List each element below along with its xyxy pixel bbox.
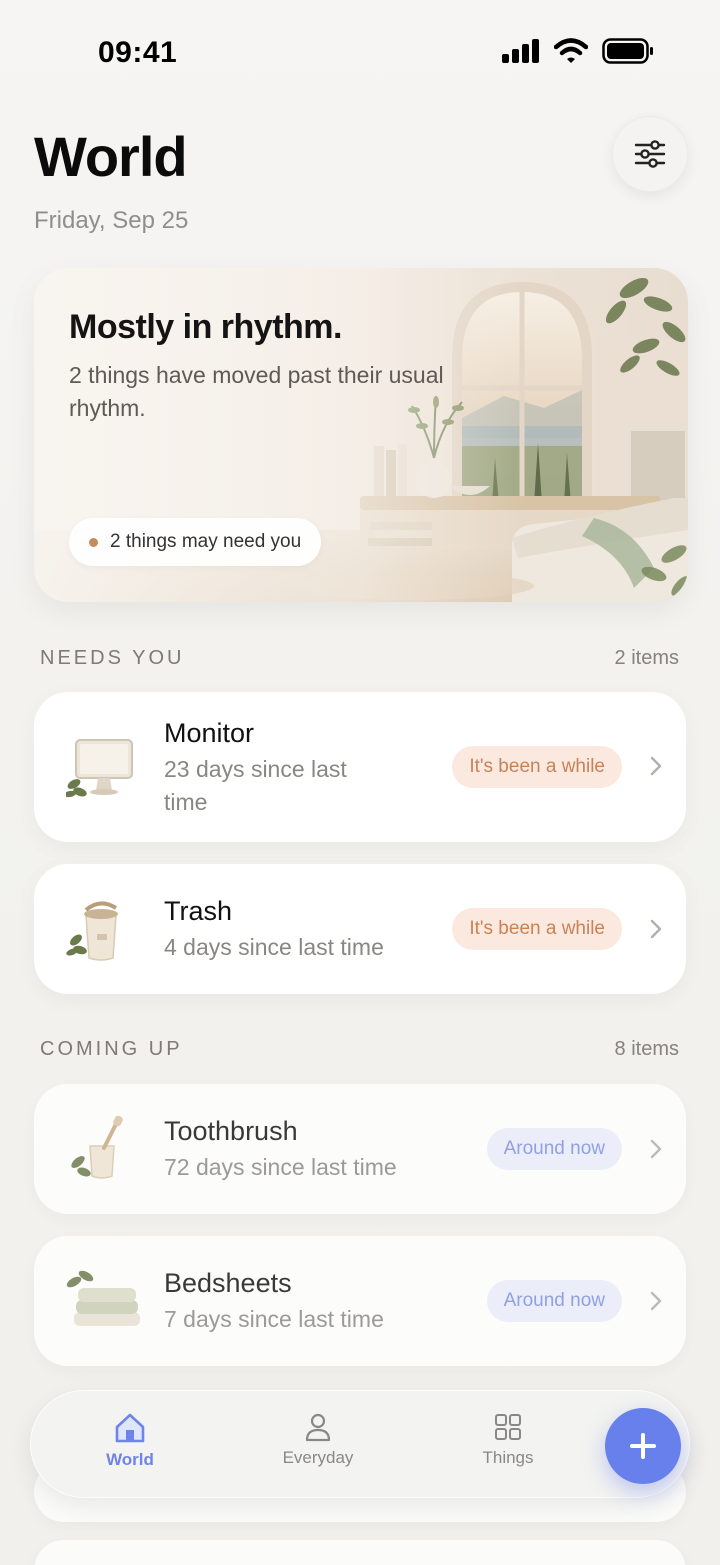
item-subtitle: 23 days since last time [164, 756, 347, 815]
tab-things[interactable]: Things [448, 1412, 568, 1468]
item-name: Toothbrush [164, 1116, 298, 1146]
section-label-needs-you: NEEDS YOU [40, 647, 185, 669]
item-subtitle: 7 days since last time [164, 1306, 384, 1332]
grid-icon [495, 1414, 521, 1440]
battery-icon [602, 38, 653, 64]
add-button[interactable] [605, 1408, 681, 1484]
status-dot-icon [89, 537, 98, 547]
section-label-coming-up: COMING UP [40, 1038, 183, 1060]
tab-everyday[interactable]: Everyday [258, 1412, 378, 1468]
trash-bin-icon [66, 901, 118, 961]
hero-title: Mostly in rhythm. [69, 308, 342, 346]
bottom-tab-bar: World Everyday Things [30, 1390, 690, 1498]
chevron-right-icon [650, 1139, 662, 1159]
tab-label: World [106, 1450, 154, 1469]
plus-icon [630, 1433, 656, 1459]
page-title: World [34, 125, 188, 188]
chevron-right-icon [650, 1291, 662, 1311]
status-badge: It's been a while [452, 746, 622, 788]
item-name: Trash [164, 896, 233, 926]
signal-icon [502, 39, 539, 63]
hero-subtitle: 2 things have moved past their usual rhy… [69, 362, 444, 421]
status-bar: 09:41 [0, 0, 720, 100]
list-item-toothbrush[interactable]: Toothbrush 72 days since last time Aroun… [34, 1084, 686, 1214]
list-item-trash[interactable]: Trash 4 days since last time It's been a… [34, 864, 686, 994]
wifi-icon [554, 38, 588, 63]
monitor-icon [66, 739, 133, 798]
item-subtitle: 4 days since last time [164, 934, 384, 960]
status-icons [502, 38, 654, 64]
needs-attention-pill-label: 2 things may need you [110, 531, 302, 552]
status-badge: Around now [486, 1128, 622, 1170]
status-badge: Around now [486, 1280, 622, 1322]
status-badge: It's been a while [452, 908, 622, 950]
chevron-right-icon [650, 919, 662, 939]
tab-label: Everyday [282, 1448, 354, 1467]
needs-attention-pill[interactable]: 2 things may need you [69, 518, 322, 566]
item-name: Monitor [164, 718, 255, 748]
list-item-partial [34, 1540, 686, 1565]
chevron-right-icon [650, 756, 662, 776]
tab-label: Things [482, 1448, 534, 1467]
section-count-coming-up: 8 items [614, 1038, 679, 1060]
folded-sheets-icon [66, 1270, 140, 1326]
home-icon [115, 1413, 145, 1443]
hero-card[interactable]: Mostly in rhythm. 2 things have moved pa… [34, 268, 688, 602]
status-time: 09:41 [98, 36, 178, 69]
sliders-icon [634, 140, 666, 168]
toothbrush-cup-icon [71, 1115, 123, 1179]
person-icon [305, 1413, 331, 1442]
item-name: Bedsheets [164, 1268, 292, 1298]
tab-world[interactable]: World [70, 1412, 190, 1470]
page-date: Friday, Sep 25 [34, 207, 189, 234]
list-item-bedsheets[interactable]: Bedsheets 7 days since last time Around … [34, 1236, 686, 1366]
filter-button[interactable] [612, 116, 688, 192]
list-item-monitor[interactable]: Monitor 23 days since last time It's bee… [34, 692, 686, 842]
item-subtitle: 72 days since last time [164, 1154, 397, 1180]
section-count-needs-you: 2 items [614, 647, 679, 669]
